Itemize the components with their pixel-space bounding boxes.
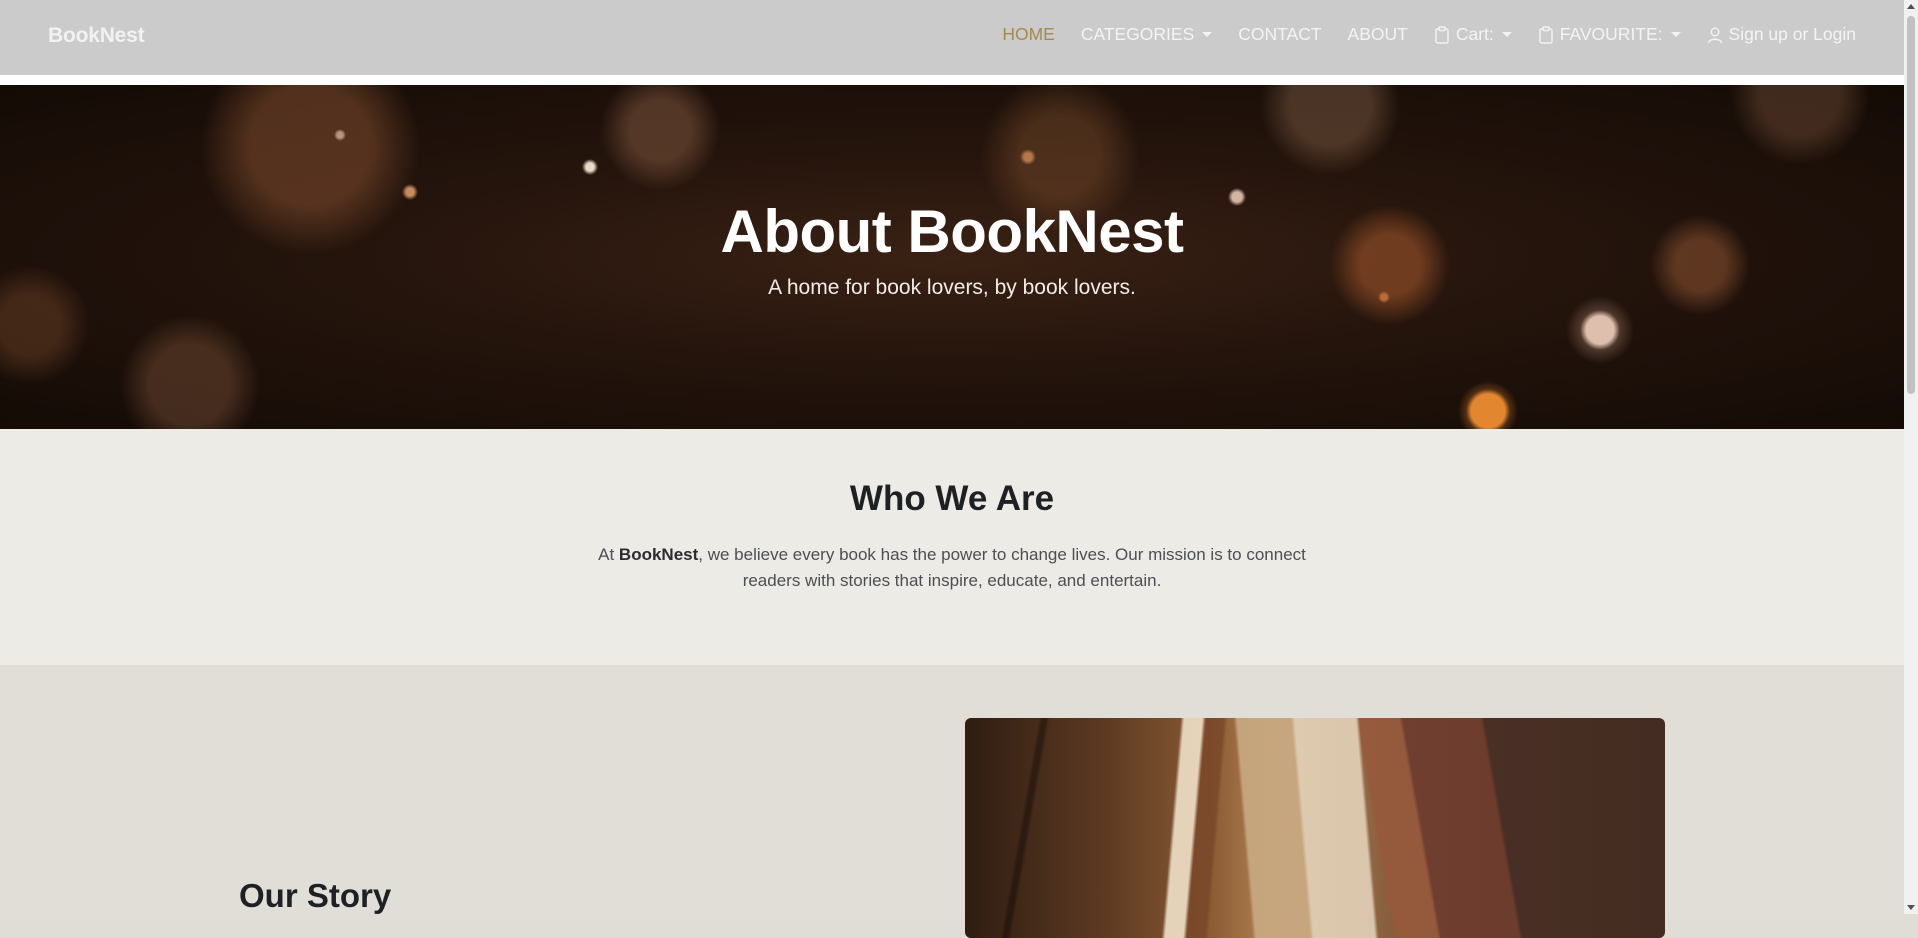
hero-subtitle: A home for book lovers, by book lovers. [768, 276, 1136, 299]
nav-login-link[interactable]: Sign up or Login [1707, 24, 1856, 45]
nav-about-label: ABOUT [1347, 24, 1408, 44]
nav-cart-dropdown[interactable]: Cart: [1434, 24, 1512, 45]
scroll-up-arrow-icon[interactable] [1907, 4, 1915, 9]
who-text-brand: BookNest [618, 545, 699, 564]
hero-banner: About BookNest A home for book lovers, b… [0, 85, 1904, 429]
our-story-section: Our Story [0, 665, 1904, 938]
caret-down-icon [1202, 32, 1213, 37]
nav-favourite-dropdown[interactable]: FAVOURITE: [1538, 24, 1681, 45]
scrollbar-thumb[interactable] [1907, 16, 1915, 394]
nav-contact-link[interactable]: CONTACT [1238, 24, 1321, 45]
who-text-suffix: , we believe every book has the power to… [698, 545, 1306, 590]
nav-links: HOME CATEGORIES CONTACT ABOUT Cart: FAVO… [1002, 24, 1856, 45]
top-navbar: BookNest HOME CATEGORIES CONTACT ABOUT C… [0, 0, 1904, 75]
brand-logo[interactable]: BookNest [48, 24, 145, 48]
nav-categories-dropdown[interactable]: CATEGORIES [1080, 24, 1213, 45]
clipboard-icon [1539, 25, 1553, 44]
nav-favourite-label: FAVOURITE: [1559, 24, 1663, 44]
nav-contact-label: CONTACT [1238, 24, 1322, 44]
who-we-are-text: At BookNest, we believe every book has t… [570, 542, 1334, 594]
nav-about-link[interactable]: ABOUT [1348, 24, 1408, 45]
who-we-are-title: Who We Are [849, 479, 1055, 518]
who-we-are-section: Who We Are At BookNest, we believe every… [0, 429, 1904, 665]
old-books-image [965, 718, 1665, 938]
nav-cart-label: Cart: [1455, 24, 1494, 44]
nav-categories-label: CATEGORIES [1080, 24, 1195, 44]
hero-title: About BookNest [720, 198, 1184, 265]
our-story-title: Our Story [239, 877, 392, 914]
caret-down-icon [1501, 32, 1512, 37]
person-icon [1707, 27, 1722, 43]
scroll-down-arrow-icon[interactable] [1907, 905, 1915, 910]
who-text-prefix: At [598, 545, 619, 564]
nav-login-label: Sign up or Login [1728, 24, 1856, 44]
page-scrollbar[interactable] [1904, 0, 1918, 914]
clipboard-icon [1435, 25, 1449, 44]
caret-down-icon [1670, 32, 1681, 37]
nav-home-link[interactable]: HOME [1002, 24, 1055, 45]
nav-home-label: HOME [1002, 24, 1055, 44]
navbar-divider [0, 75, 1904, 85]
